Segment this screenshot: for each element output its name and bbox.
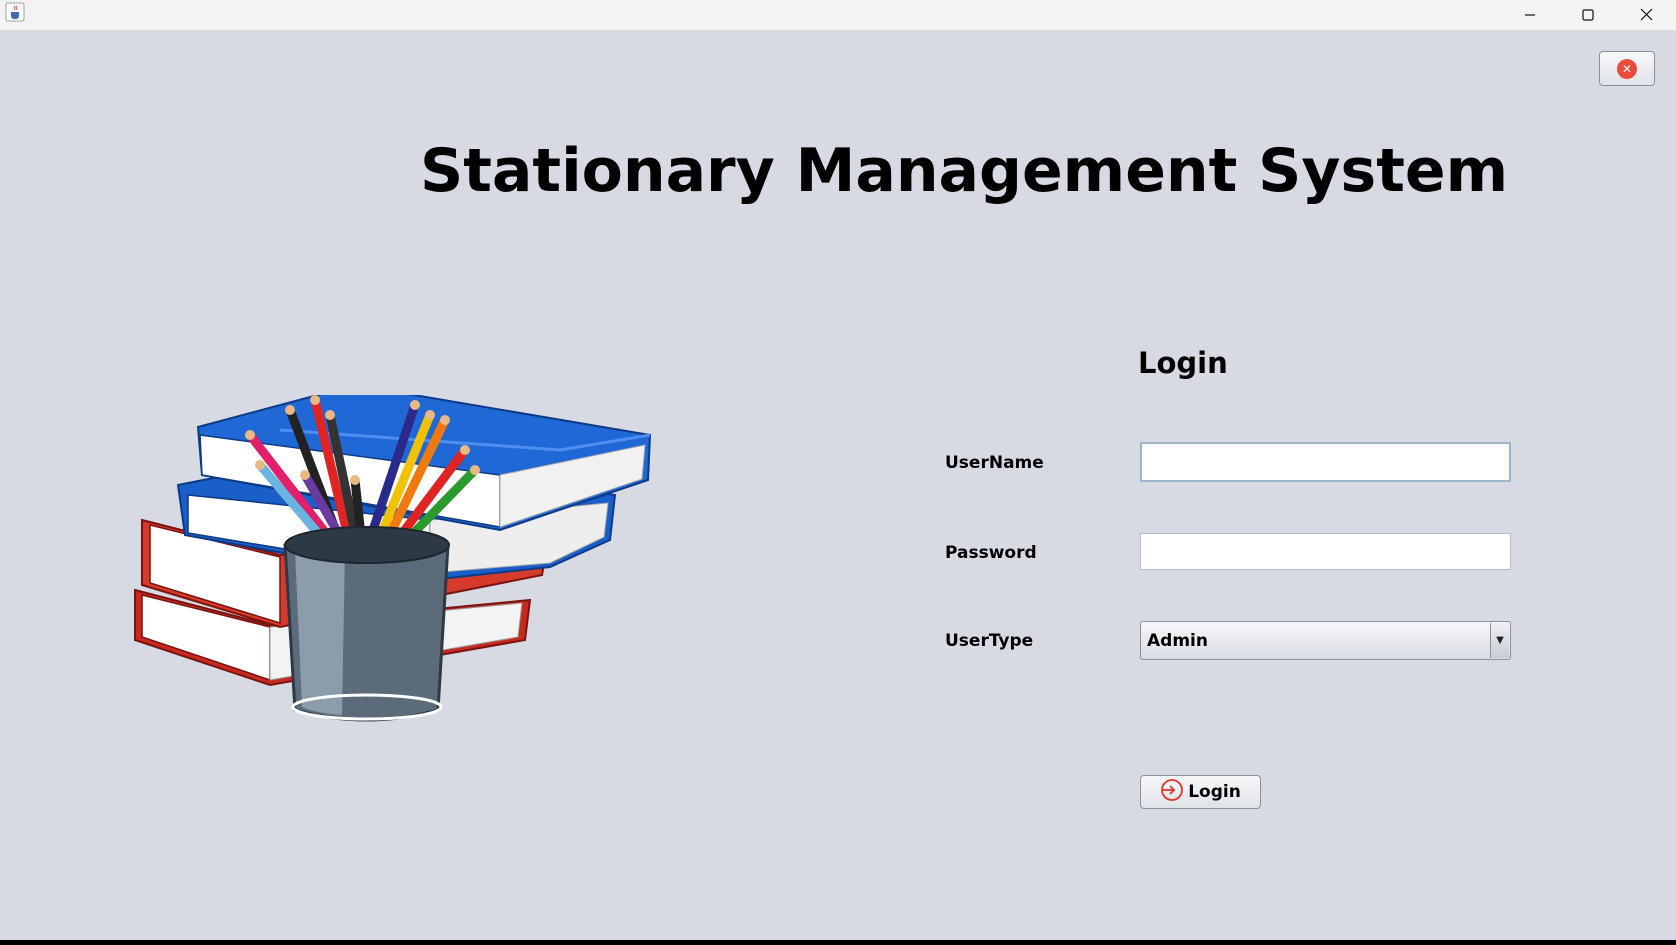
- usertype-label: UserType: [945, 631, 1034, 651]
- window-close-button[interactable]: [1617, 0, 1675, 30]
- username-label: UserName: [945, 453, 1044, 473]
- login-arrow-icon: [1160, 778, 1184, 806]
- password-label: Password: [945, 543, 1037, 563]
- login-button-label: Login: [1188, 782, 1241, 802]
- books-pencil-illustration: [130, 383, 700, 775]
- chevron-down-icon[interactable]: ▼: [1490, 623, 1509, 658]
- username-input[interactable]: [1140, 442, 1511, 482]
- minimize-button[interactable]: [1501, 0, 1559, 30]
- maximize-button[interactable]: [1559, 0, 1617, 30]
- maximize-icon: [1582, 6, 1594, 25]
- close-circle-icon: ✕: [1617, 58, 1637, 79]
- close-icon: [1640, 6, 1653, 25]
- title-bar: [0, 0, 1676, 30]
- login-heading: Login: [1138, 346, 1228, 380]
- app-title: Stationary Management System: [420, 136, 1509, 206]
- login-button[interactable]: Login: [1140, 775, 1261, 809]
- exit-button[interactable]: ✕: [1599, 51, 1655, 86]
- java-cup-icon[interactable]: [5, 2, 25, 22]
- password-input[interactable]: [1140, 533, 1511, 570]
- usertype-selected-value: Admin: [1147, 630, 1208, 651]
- usertype-select[interactable]: Admin ▼: [1140, 621, 1511, 660]
- login-window: ✕ Stationary Management System Login Use…: [0, 0, 1676, 940]
- minimize-icon: [1524, 6, 1536, 25]
